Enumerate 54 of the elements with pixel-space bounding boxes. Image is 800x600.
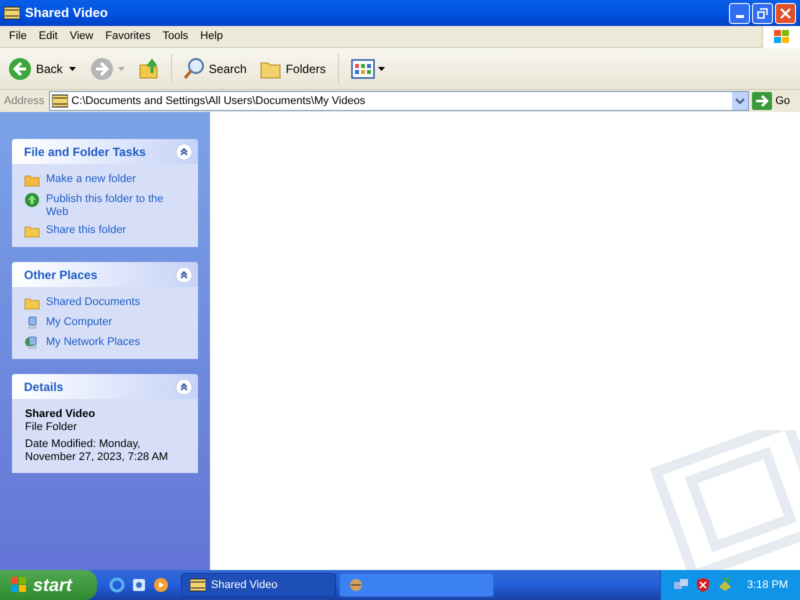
folders-button[interactable]: Folders (258, 56, 326, 80)
browser-icon[interactable] (109, 577, 125, 593)
go-button[interactable]: Go (752, 92, 796, 110)
filmstrip-icon (52, 94, 68, 108)
task-link[interactable]: Make a new folder (46, 172, 136, 186)
filmstrip-icon (4, 6, 20, 20)
restore-icon (757, 8, 768, 18)
details-name: Shared Video (25, 408, 96, 421)
go-arrow-icon (752, 92, 772, 110)
windows-flag-icon (10, 576, 28, 594)
task-link[interactable]: My Computer (46, 315, 112, 329)
restore-button[interactable] (752, 2, 773, 24)
views-button[interactable] (350, 58, 385, 78)
window-title: Shared Video (25, 4, 109, 22)
mail-icon[interactable] (131, 577, 147, 593)
menu-item[interactable]: View (64, 28, 100, 45)
panel-title[interactable]: Details (24, 378, 64, 396)
panel-title[interactable]: Other Places (24, 266, 98, 284)
search-icon (182, 56, 206, 80)
media-player-icon[interactable] (153, 577, 169, 593)
network-computer-icon (24, 335, 40, 351)
collapse-icon[interactable] (175, 266, 193, 284)
task-link[interactable]: Share this folder (46, 223, 126, 237)
minimize-button[interactable] (729, 2, 750, 24)
back-button[interactable]: Back (6, 56, 65, 80)
close-icon (780, 8, 791, 18)
collapse-icon[interactable] (175, 378, 193, 396)
task-link[interactable]: Publish this folder to the Web (46, 192, 186, 219)
menu-item[interactable]: Edit (32, 28, 64, 45)
menu-item[interactable]: File (3, 28, 33, 45)
windows-flag-icon (772, 28, 790, 44)
task-link[interactable]: My Network Places (46, 335, 140, 349)
address-label: Address (4, 94, 46, 109)
dropdown-caret-icon[interactable] (68, 66, 76, 70)
clock: 3:18 PM (747, 578, 788, 593)
search-button[interactable]: Search (182, 56, 247, 80)
minimize-icon (736, 15, 744, 18)
collapse-icon[interactable] (175, 142, 193, 160)
panel-title[interactable]: File and Folder Tasks (24, 142, 146, 160)
task-link[interactable]: Shared Documents (46, 295, 140, 309)
dropdown-caret-icon (118, 66, 125, 70)
filmstrip-icon (190, 578, 206, 592)
address-field[interactable]: C:\Documents and Settings\All Users\Documents\My Videos (49, 91, 750, 111)
menu-item[interactable]: Help (194, 28, 229, 45)
menu-item[interactable]: Tools (156, 28, 194, 45)
views-grid-icon (350, 58, 375, 78)
details-type: File Folder (25, 421, 78, 434)
shield-icon[interactable] (695, 577, 712, 593)
start-button[interactable]: start (0, 570, 97, 600)
menu-item[interactable]: Favorites (99, 28, 157, 45)
close-button[interactable] (775, 2, 796, 24)
taskbar-button[interactable]: Shared Video (181, 573, 336, 597)
details-date: Date Modified: Monday, November 27, 2023, 7:28 AM (25, 438, 170, 464)
dropdown-caret-icon (378, 66, 385, 70)
